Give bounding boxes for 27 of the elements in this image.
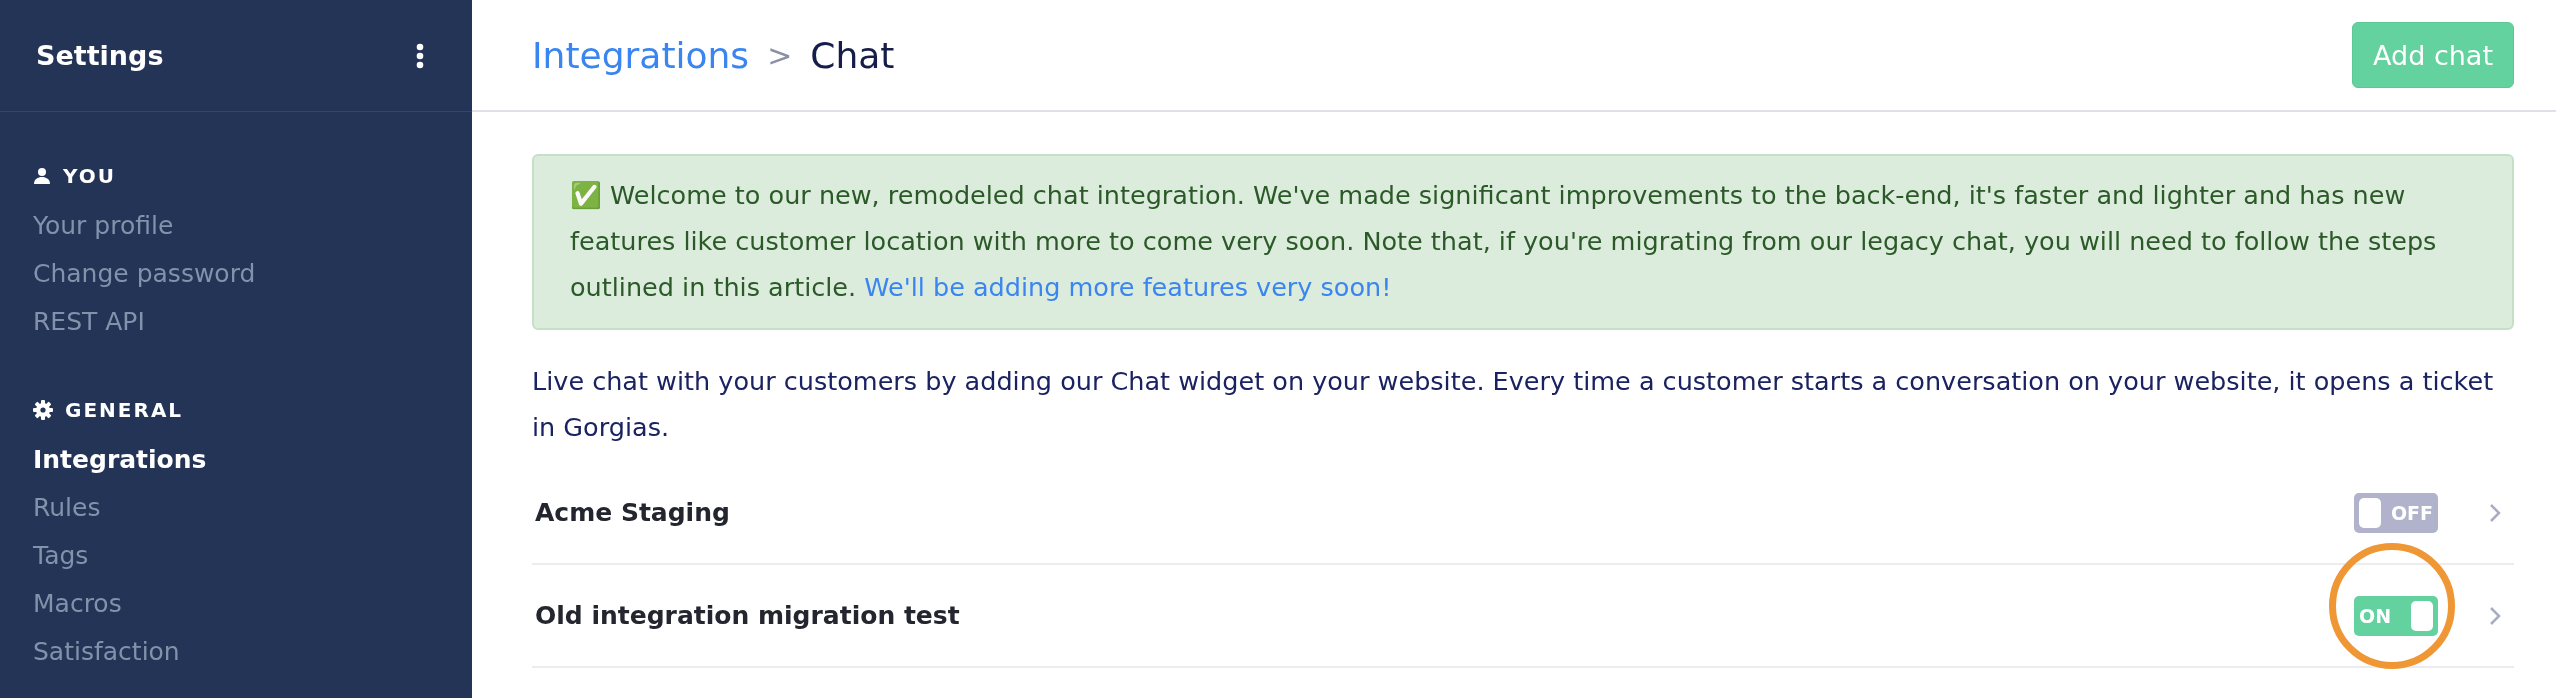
- integration-name[interactable]: Acme Staging: [535, 498, 2354, 527]
- sidebar-item[interactable]: Rules: [33, 484, 101, 532]
- chevron-right-icon[interactable]: [2488, 604, 2502, 627]
- breadcrumb-link[interactable]: Integrations: [532, 34, 750, 76]
- integration-name[interactable]: Old integration migration test: [535, 601, 2354, 630]
- sidebar-item[interactable]: Integrations: [33, 436, 207, 484]
- description-text: Live chat with your customers by adding our Chat widget on your website. Every time a customer starts a conversation on your website, it opens a ticket in Gorgias.: [532, 365, 2495, 444]
- gear-icon: [33, 400, 53, 420]
- sidebar-item[interactable]: Tags: [33, 532, 89, 580]
- sidebar-title: Settings: [36, 40, 164, 71]
- breadcrumb-current[interactable]: Chat: [810, 34, 895, 76]
- toggle-label: OFF: [2390, 501, 2433, 524]
- person-icon: [33, 167, 51, 185]
- sidebar-item[interactable]: Macros: [33, 580, 122, 628]
- sidebar-item[interactable]: Your profile: [33, 202, 174, 250]
- toggle-switch[interactable]: OFF: [2354, 492, 2438, 533]
- section-heading: YOU: [63, 164, 116, 188]
- chevron-right-icon[interactable]: [2488, 501, 2502, 524]
- sidebar-item[interactable]: Change password: [33, 250, 256, 298]
- toggle-label: ON: [2359, 604, 2392, 627]
- more-vertical-icon[interactable]: [416, 42, 424, 69]
- alert-text: ✅ Welcome to our new, remodeled chat integration. We've made significant improvements to the back-end, it's faster and lighter and has new features like customer location with more to come very soon. Note that, if you're migrating from our legacy chat, you will need to follow the steps outlined in this article. We'll be adding more features very soon!: [570, 179, 2438, 304]
- sidebar-item[interactable]: Satisfaction: [33, 628, 180, 676]
- breadcrumb-separator: >: [767, 37, 793, 73]
- features-link[interactable]: We'll be adding more features very soon!: [864, 272, 1392, 302]
- section-heading: GENERAL: [65, 398, 184, 422]
- sidebar-item[interactable]: REST API: [33, 298, 145, 346]
